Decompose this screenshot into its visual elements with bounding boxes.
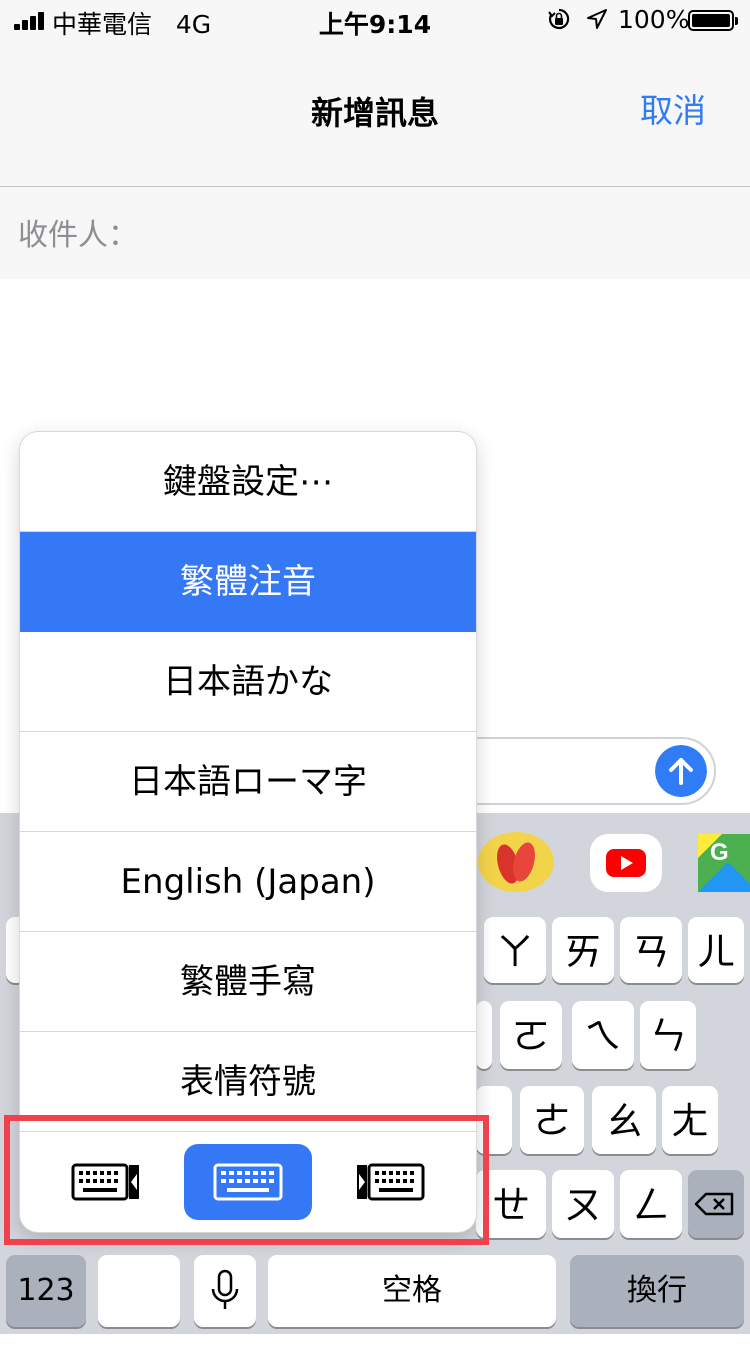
google-maps-icon[interactable]: G	[698, 834, 750, 892]
key-an[interactable]: ㄢ	[620, 917, 682, 983]
battery-percent: 100%	[618, 5, 690, 34]
recipient-label: 收件人：	[18, 218, 138, 253]
key-ang[interactable]: ㄤ	[662, 1086, 718, 1154]
key-eng[interactable]: ㄥ	[620, 1170, 682, 1238]
menu-item-handwriting[interactable]: 繁體手寫	[20, 932, 476, 1032]
return-key[interactable]: 換行	[570, 1255, 744, 1327]
key-ao[interactable]: ㄠ	[592, 1086, 656, 1154]
keyboard-switcher-menu: 鍵盤設定⋯ 繁體注音 日本語かな 日本語ローマ字 English (Japan)…	[20, 432, 476, 1232]
cancel-button[interactable]: 取消	[640, 84, 706, 132]
youtube-icon[interactable]	[590, 834, 662, 892]
key-ou[interactable]: ㄡ	[552, 1170, 614, 1238]
key-left-partial[interactable]	[476, 1001, 492, 1069]
globe-key[interactable]	[98, 1255, 180, 1327]
key-a[interactable]: ㄚ	[484, 917, 546, 983]
backspace-icon	[694, 1192, 734, 1216]
key-e[interactable]: ㄜ	[520, 1086, 584, 1154]
delete-key[interactable]	[688, 1170, 744, 1238]
dictation-key[interactable]	[194, 1255, 256, 1327]
menu-item-japanese-kana[interactable]: 日本語かな	[20, 632, 476, 732]
numbers-key[interactable]: 123	[6, 1255, 86, 1327]
rotation-lock-icon	[548, 8, 570, 30]
location-arrow-icon	[587, 9, 607, 29]
page-title: 新增訊息	[310, 94, 439, 132]
highlight-box	[4, 1115, 489, 1245]
key-er[interactable]: ㄦ	[688, 917, 744, 983]
menu-item-japanese-romaji[interactable]: 日本語ローマ字	[20, 732, 476, 832]
menu-item-english-japan[interactable]: English (Japan)	[20, 832, 476, 932]
menu-item-keyboard-settings[interactable]: 鍵盤設定⋯	[20, 432, 476, 532]
space-key[interactable]: 空格	[268, 1255, 556, 1327]
key-o[interactable]: ㄛ	[500, 1001, 562, 1069]
svg-text:G: G	[710, 839, 729, 866]
battery-icon	[688, 10, 738, 31]
flip-flops-sticker-icon[interactable]	[478, 832, 554, 892]
key-en[interactable]: ㄣ	[640, 1001, 696, 1069]
key-ai[interactable]: ㄞ	[552, 917, 614, 983]
microphone-icon	[211, 1269, 239, 1309]
key-ei[interactable]: ㄟ	[572, 1001, 634, 1069]
menu-item-zhuyin[interactable]: 繁體注音	[20, 532, 476, 632]
send-button[interactable]	[655, 745, 707, 797]
